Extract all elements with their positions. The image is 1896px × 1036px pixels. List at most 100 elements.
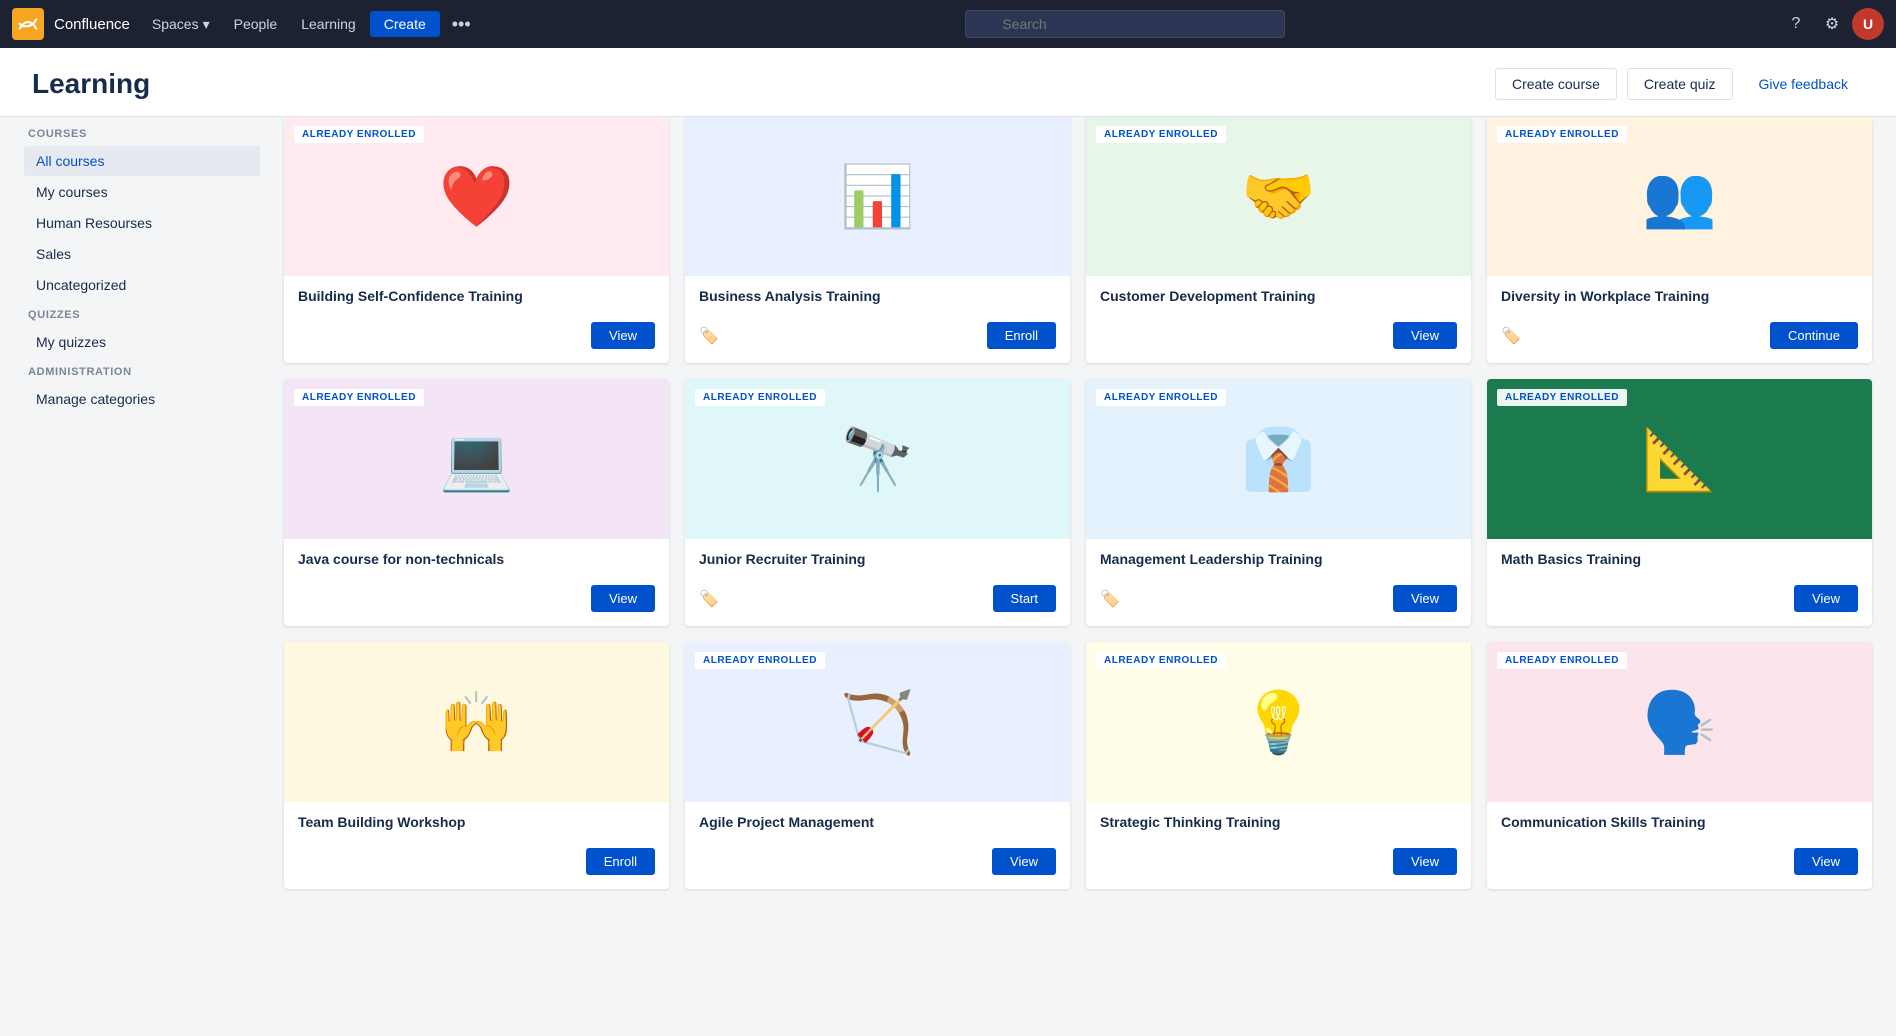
card-footer: View	[1501, 585, 1858, 612]
card-footer: 🏷️ View	[1100, 585, 1457, 612]
brand-name: Confluence	[54, 16, 130, 33]
content-wrap: COURSES All courses My courses Human Res…	[0, 96, 1896, 940]
card-body: Strategic Thinking Training View	[1086, 802, 1471, 889]
card-image: 📊	[685, 116, 1070, 276]
course-title: Agile Project Management	[699, 814, 1056, 830]
enrolled-badge: ALREADY ENROLLED	[294, 126, 424, 143]
course-title: Math Basics Training	[1501, 551, 1858, 567]
course-card: ALREADY ENROLLED 👥 Diversity in Workplac…	[1487, 116, 1872, 363]
settings-icon[interactable]: ⚙	[1816, 8, 1848, 40]
card-footer: View	[1100, 848, 1457, 875]
sidebar-section-courses: COURSES	[28, 120, 260, 146]
card-body: Diversity in Workplace Training 🏷️ Conti…	[1487, 276, 1872, 363]
course-action-button[interactable]: View	[1393, 585, 1457, 612]
card-footer: View	[298, 585, 655, 612]
card-body: Team Building Workshop Enroll	[284, 802, 669, 889]
sidebar-item-all-courses[interactable]: All courses	[24, 146, 260, 176]
page-header: Learning Create course Create quiz Give …	[0, 48, 1896, 117]
sidebar-item-uncategorized[interactable]: Uncategorized	[24, 270, 260, 300]
search-input[interactable]	[965, 10, 1285, 38]
course-action-button[interactable]: View	[1794, 585, 1858, 612]
nav-learning[interactable]: Learning	[291, 12, 366, 36]
course-action-button[interactable]: Continue	[1770, 322, 1858, 349]
course-action-button[interactable]: Start	[993, 585, 1056, 612]
card-footer: Enroll	[298, 848, 655, 875]
course-action-button[interactable]: View	[591, 585, 655, 612]
course-card: ALREADY ENROLLED 💻 Java course for non-t…	[284, 379, 669, 626]
sidebar-item-my-quizzes[interactable]: My quizzes	[24, 327, 260, 357]
enrolled-badge: ALREADY ENROLLED	[1096, 652, 1226, 669]
sidebar-item-my-courses[interactable]: My courses	[24, 177, 260, 207]
course-action-button[interactable]: Enroll	[586, 848, 655, 875]
course-card: ALREADY ENROLLED 🤝 Customer Development …	[1086, 116, 1471, 363]
card-body: Agile Project Management View	[685, 802, 1070, 889]
course-title: Java course for non-technicals	[298, 551, 655, 567]
course-title: Team Building Workshop	[298, 814, 655, 830]
more-options-button[interactable]: •••	[444, 10, 479, 39]
course-action-button[interactable]: View	[1393, 322, 1457, 349]
create-button[interactable]: Create	[370, 11, 440, 37]
card-footer: View	[1100, 322, 1457, 349]
course-grid-area: ALREADY ENROLLED ❤️ Building Self-Confid…	[260, 96, 1896, 940]
course-title: Junior Recruiter Training	[699, 551, 1056, 567]
sidebar-item-human-resources[interactable]: Human Resourses	[24, 208, 260, 238]
course-card: ALREADY ENROLLED 🏹 Agile Project Managem…	[685, 642, 1070, 889]
course-card: ALREADY ENROLLED 📐 Math Basics Training …	[1487, 379, 1872, 626]
course-grid: ALREADY ENROLLED ❤️ Building Self-Confid…	[284, 116, 1872, 889]
card-image: ALREADY ENROLLED 👔	[1086, 379, 1471, 539]
card-image: ALREADY ENROLLED 🤝	[1086, 116, 1471, 276]
course-illustration: 📊	[685, 116, 1070, 276]
card-body: Management Leadership Training 🏷️ View	[1086, 539, 1471, 626]
course-illustration: 🙌	[284, 642, 669, 802]
card-footer: 🏷️ Enroll	[699, 322, 1056, 349]
course-action-button[interactable]: View	[992, 848, 1056, 875]
course-action-button[interactable]: View	[1794, 848, 1858, 875]
nav-icon-group: ? ⚙ U	[1780, 8, 1884, 40]
chevron-down-icon: ▾	[203, 16, 210, 33]
card-body: Junior Recruiter Training 🏷️ Start	[685, 539, 1070, 626]
nav-people[interactable]: People	[224, 12, 288, 36]
course-title: Business Analysis Training	[699, 288, 1056, 304]
enrolled-badge: ALREADY ENROLLED	[695, 389, 825, 406]
sidebar-item-sales[interactable]: Sales	[24, 239, 260, 269]
card-footer: View	[699, 848, 1056, 875]
card-body: Java course for non-technicals View	[284, 539, 669, 626]
confluence-logo[interactable]	[12, 8, 44, 40]
card-image: ALREADY ENROLLED 🗣️	[1487, 642, 1872, 802]
enrolled-badge: ALREADY ENROLLED	[1497, 652, 1627, 669]
search-area: 🔍	[483, 10, 1768, 38]
nav-spaces[interactable]: Spaces ▾	[142, 12, 220, 37]
enrolled-badge: ALREADY ENROLLED	[294, 389, 424, 406]
course-action-button[interactable]: View	[1393, 848, 1457, 875]
sidebar: COURSES All courses My courses Human Res…	[0, 96, 260, 940]
course-action-button[interactable]: View	[591, 322, 655, 349]
enrolled-badge: ALREADY ENROLLED	[1096, 389, 1226, 406]
enrolled-badge: ALREADY ENROLLED	[695, 652, 825, 669]
course-card: ALREADY ENROLLED 🗣️ Communication Skills…	[1487, 642, 1872, 889]
card-image: ALREADY ENROLLED 🏹	[685, 642, 1070, 802]
card-footer: 🏷️ Continue	[1501, 322, 1858, 349]
course-title: Building Self-Confidence Training	[298, 288, 655, 304]
card-body: Math Basics Training View	[1487, 539, 1872, 626]
sidebar-item-manage-categories[interactable]: Manage categories	[24, 384, 260, 414]
course-title: Communication Skills Training	[1501, 814, 1858, 830]
card-image: ALREADY ENROLLED 🔭	[685, 379, 1070, 539]
course-action-button[interactable]: Enroll	[987, 322, 1056, 349]
card-image: ALREADY ENROLLED 📐	[1487, 379, 1872, 539]
avatar[interactable]: U	[1852, 8, 1884, 40]
give-feedback-button[interactable]: Give feedback	[1743, 69, 1865, 99]
create-quiz-button[interactable]: Create quiz	[1627, 68, 1733, 100]
search-wrap: 🔍	[965, 10, 1285, 38]
card-footer: View	[298, 322, 655, 349]
create-course-button[interactable]: Create course	[1495, 68, 1617, 100]
enrolled-badge: ALREADY ENROLLED	[1096, 126, 1226, 143]
card-body: Building Self-Confidence Training View	[284, 276, 669, 363]
sidebar-section-quizzes: QUIZZES	[28, 301, 260, 327]
card-image: ALREADY ENROLLED 💻	[284, 379, 669, 539]
course-card: 📊 Business Analysis Training 🏷️ Enroll	[685, 116, 1070, 363]
header-actions: Create course Create quiz Give feedback	[1495, 68, 1864, 100]
tag-icon: 🏷️	[699, 326, 719, 346]
course-card: ALREADY ENROLLED 🔭 Junior Recruiter Trai…	[685, 379, 1070, 626]
sidebar-section-admin: ADMINISTRATION	[28, 358, 260, 384]
help-icon[interactable]: ?	[1780, 8, 1812, 40]
